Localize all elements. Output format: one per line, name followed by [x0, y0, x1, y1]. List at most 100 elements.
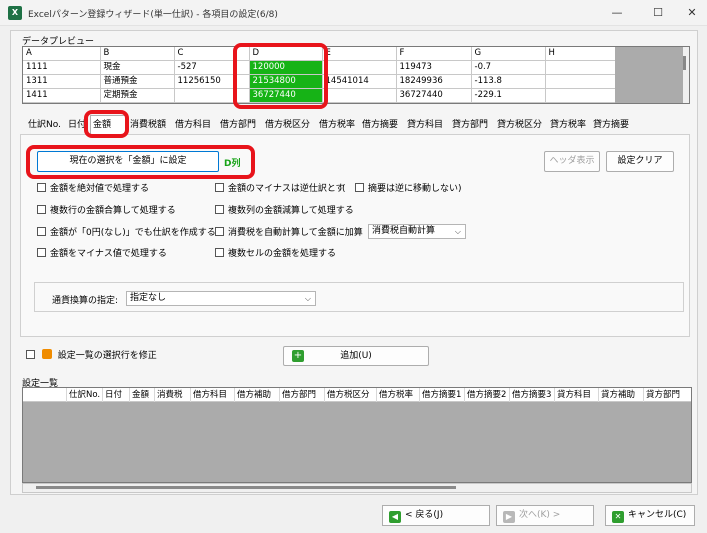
maximize-button[interactable]: ☐	[643, 3, 673, 23]
currency-select[interactable]: 指定なし ⌵	[126, 291, 316, 306]
tab-credit-summary[interactable]: 貸方摘要	[591, 116, 631, 134]
list-col-header[interactable]: 消費税	[155, 388, 191, 402]
negative-value-checkbox[interactable]: 金額をマイナス値で処理する	[37, 248, 167, 260]
next-button-label: 次へ(K) >	[519, 510, 561, 520]
preview-col-header[interactable]: C	[174, 47, 250, 61]
set-selection-as-amount-button[interactable]: 現在の選択を「金額」に設定	[37, 151, 219, 172]
tab-credit-account[interactable]: 貸方科目	[405, 116, 445, 134]
preview-table[interactable]: A B C D E F G H 1111 現金 -527 120000 1194…	[23, 47, 616, 103]
preview-cell[interactable]	[545, 88, 616, 103]
negative-reverse-checkbox[interactable]: 金額のマイナスは逆仕訳とす	[215, 183, 345, 195]
add-button[interactable]: + 追加(U)	[283, 346, 429, 366]
tab-debit-tax-rate[interactable]: 借方税率	[317, 116, 357, 134]
preview-cell-selected[interactable]: 120000	[249, 60, 323, 75]
cancel-x-icon: ✕	[612, 511, 624, 523]
tab-debit-department[interactable]: 借方部門	[218, 116, 258, 134]
paren-open: (	[342, 184, 346, 194]
abs-value-label: 金額を絶対値で処理する	[50, 184, 150, 194]
preview-scrollbar-thumb[interactable]	[683, 56, 686, 70]
preview-cell[interactable]: 定期預金	[100, 88, 175, 103]
list-col-header[interactable]: 借方摘要1	[420, 388, 465, 402]
preview-cell[interactable]	[322, 88, 397, 103]
auto-tax-checkbox[interactable]: 消費税を自動計算して金額に加算	[215, 227, 363, 239]
preview-col-header[interactable]: A	[23, 47, 101, 61]
list-col-header[interactable]: 仕訳No.	[67, 388, 103, 402]
preview-cell[interactable]	[545, 60, 616, 75]
tab-credit-department[interactable]: 貸方部門	[450, 116, 490, 134]
tab-debit-summary[interactable]: 借方摘要	[360, 116, 400, 134]
preview-cell[interactable]	[545, 74, 616, 89]
preview-cell[interactable]: 14541014	[322, 74, 397, 89]
summary-no-move-checkbox[interactable]: 摘要は逆に移動しない	[355, 183, 458, 195]
list-col-header[interactable]: 借方補助	[235, 388, 280, 402]
preview-col-header[interactable]: E	[322, 47, 397, 61]
list-col-header[interactable]: 貸方補助	[599, 388, 644, 402]
preview-cell[interactable]: 普通預金	[100, 74, 175, 89]
preview-cell-selected[interactable]: 21534800	[249, 74, 323, 89]
preview-row[interactable]: 1111 現金 -527 120000 119473 -0.7	[23, 60, 616, 75]
tab-debit-tax-category[interactable]: 借方税区分	[263, 116, 312, 134]
list-col-blank	[23, 388, 67, 402]
header-display-button[interactable]: ヘッダ表示	[544, 151, 600, 172]
preview-col-header[interactable]: G	[471, 47, 546, 61]
settings-list-hscrollbar-thumb[interactable]	[36, 486, 456, 489]
tab-credit-tax-rate[interactable]: 貸方税率	[548, 116, 588, 134]
tab-amount[interactable]: 金額	[90, 115, 128, 134]
close-button[interactable]: ✕	[677, 3, 707, 23]
tab-tax-amount[interactable]: 消費税額	[128, 116, 168, 134]
preview-cell[interactable]: -527	[174, 60, 250, 75]
preview-cell[interactable]: 11256150	[174, 74, 250, 89]
list-col-header[interactable]: 貸方部門	[644, 388, 691, 402]
arrow-right-icon: ▶	[503, 511, 515, 523]
preview-col-header[interactable]: H	[545, 47, 616, 61]
preview-cell[interactable]: -229.1	[471, 88, 546, 103]
list-col-header[interactable]: 借方税区分	[325, 388, 377, 402]
preview-cell[interactable]: 1311	[23, 74, 101, 89]
list-col-header[interactable]: 借方摘要2	[465, 388, 510, 402]
abs-value-checkbox[interactable]: 金額を絶対値で処理する	[37, 183, 149, 195]
multi-row-sum-checkbox[interactable]: 複数行の金額合算して処理する	[37, 205, 176, 217]
data-preview-grid[interactable]: A B C D E F G H 1111 現金 -527 120000 1194…	[22, 46, 690, 104]
list-col-header[interactable]: 日付	[103, 388, 130, 402]
preview-cell[interactable]: 1411	[23, 88, 101, 103]
title-bar: X Excelパターン登録ウィザード(単一仕訳) - 各項目の設定(6/8) —…	[0, 0, 707, 26]
preview-cell[interactable]: 現金	[100, 60, 175, 75]
back-button[interactable]: ◀ < 戻る(J)	[382, 505, 490, 526]
list-col-header[interactable]: 借方摘要3	[510, 388, 555, 402]
cancel-button[interactable]: ✕ キャンセル(C)	[605, 505, 695, 526]
preview-cell-selected[interactable]: 36727440	[249, 88, 323, 103]
preview-cell[interactable]: 119473	[396, 60, 472, 75]
preview-cell[interactable]: -113.8	[471, 74, 546, 89]
list-col-header[interactable]: 金額	[130, 388, 155, 402]
next-button[interactable]: ▶ 次へ(K) >	[496, 505, 594, 526]
preview-col-header[interactable]: F	[396, 47, 472, 61]
chevron-down-icon: ⌵	[454, 227, 461, 236]
zero-yen-checkbox[interactable]: 金額が「0円(なし)」でも仕訳を作成する	[37, 227, 216, 239]
preview-col-header[interactable]: D	[249, 47, 323, 61]
minimize-button[interactable]: —	[602, 3, 632, 23]
list-col-header[interactable]: 借方税率	[377, 388, 420, 402]
multi-cell-checkbox[interactable]: 複数セルの金額を処理する	[215, 248, 336, 260]
tab-journal-no[interactable]: 仕訳No.	[26, 116, 63, 134]
tab-debit-account[interactable]: 借方科目	[173, 116, 213, 134]
list-col-header[interactable]: 借方部門	[280, 388, 325, 402]
preview-cell[interactable]: -0.7	[471, 60, 546, 75]
preview-cell[interactable]: 36727440	[396, 88, 472, 103]
excel-app-icon: X	[8, 6, 22, 20]
tax-calc-select[interactable]: 消費税自動計算 ⌵	[368, 224, 466, 239]
preview-row[interactable]: 1411 定期預金 36727440 36727440 -229.1	[23, 88, 616, 103]
list-col-header[interactable]: 貸方科目	[555, 388, 599, 402]
preview-cell[interactable]	[174, 88, 250, 103]
preview-cell[interactable]	[322, 60, 397, 75]
preview-row[interactable]: 1311 普通預金 11256150 21534800 14541014 182…	[23, 74, 616, 89]
tab-date[interactable]: 日付	[66, 116, 88, 134]
preview-col-header[interactable]: B	[100, 47, 175, 61]
clear-settings-button[interactable]: 設定クリア	[606, 151, 674, 172]
multi-col-subtract-checkbox[interactable]: 複数列の金額減算して処理する	[215, 205, 354, 217]
list-col-header[interactable]: 借方科目	[191, 388, 235, 402]
modify-selected-checkbox[interactable]: 設定一覧の選択行を修正	[26, 349, 157, 361]
settings-list[interactable]: 仕訳No. 日付 金額 消費税 借方科目 借方補助 借方部門 借方税区分 借方税…	[22, 387, 692, 483]
preview-cell[interactable]: 18249936	[396, 74, 472, 89]
tab-credit-tax-category[interactable]: 貸方税区分	[495, 116, 544, 134]
preview-cell[interactable]: 1111	[23, 60, 101, 75]
